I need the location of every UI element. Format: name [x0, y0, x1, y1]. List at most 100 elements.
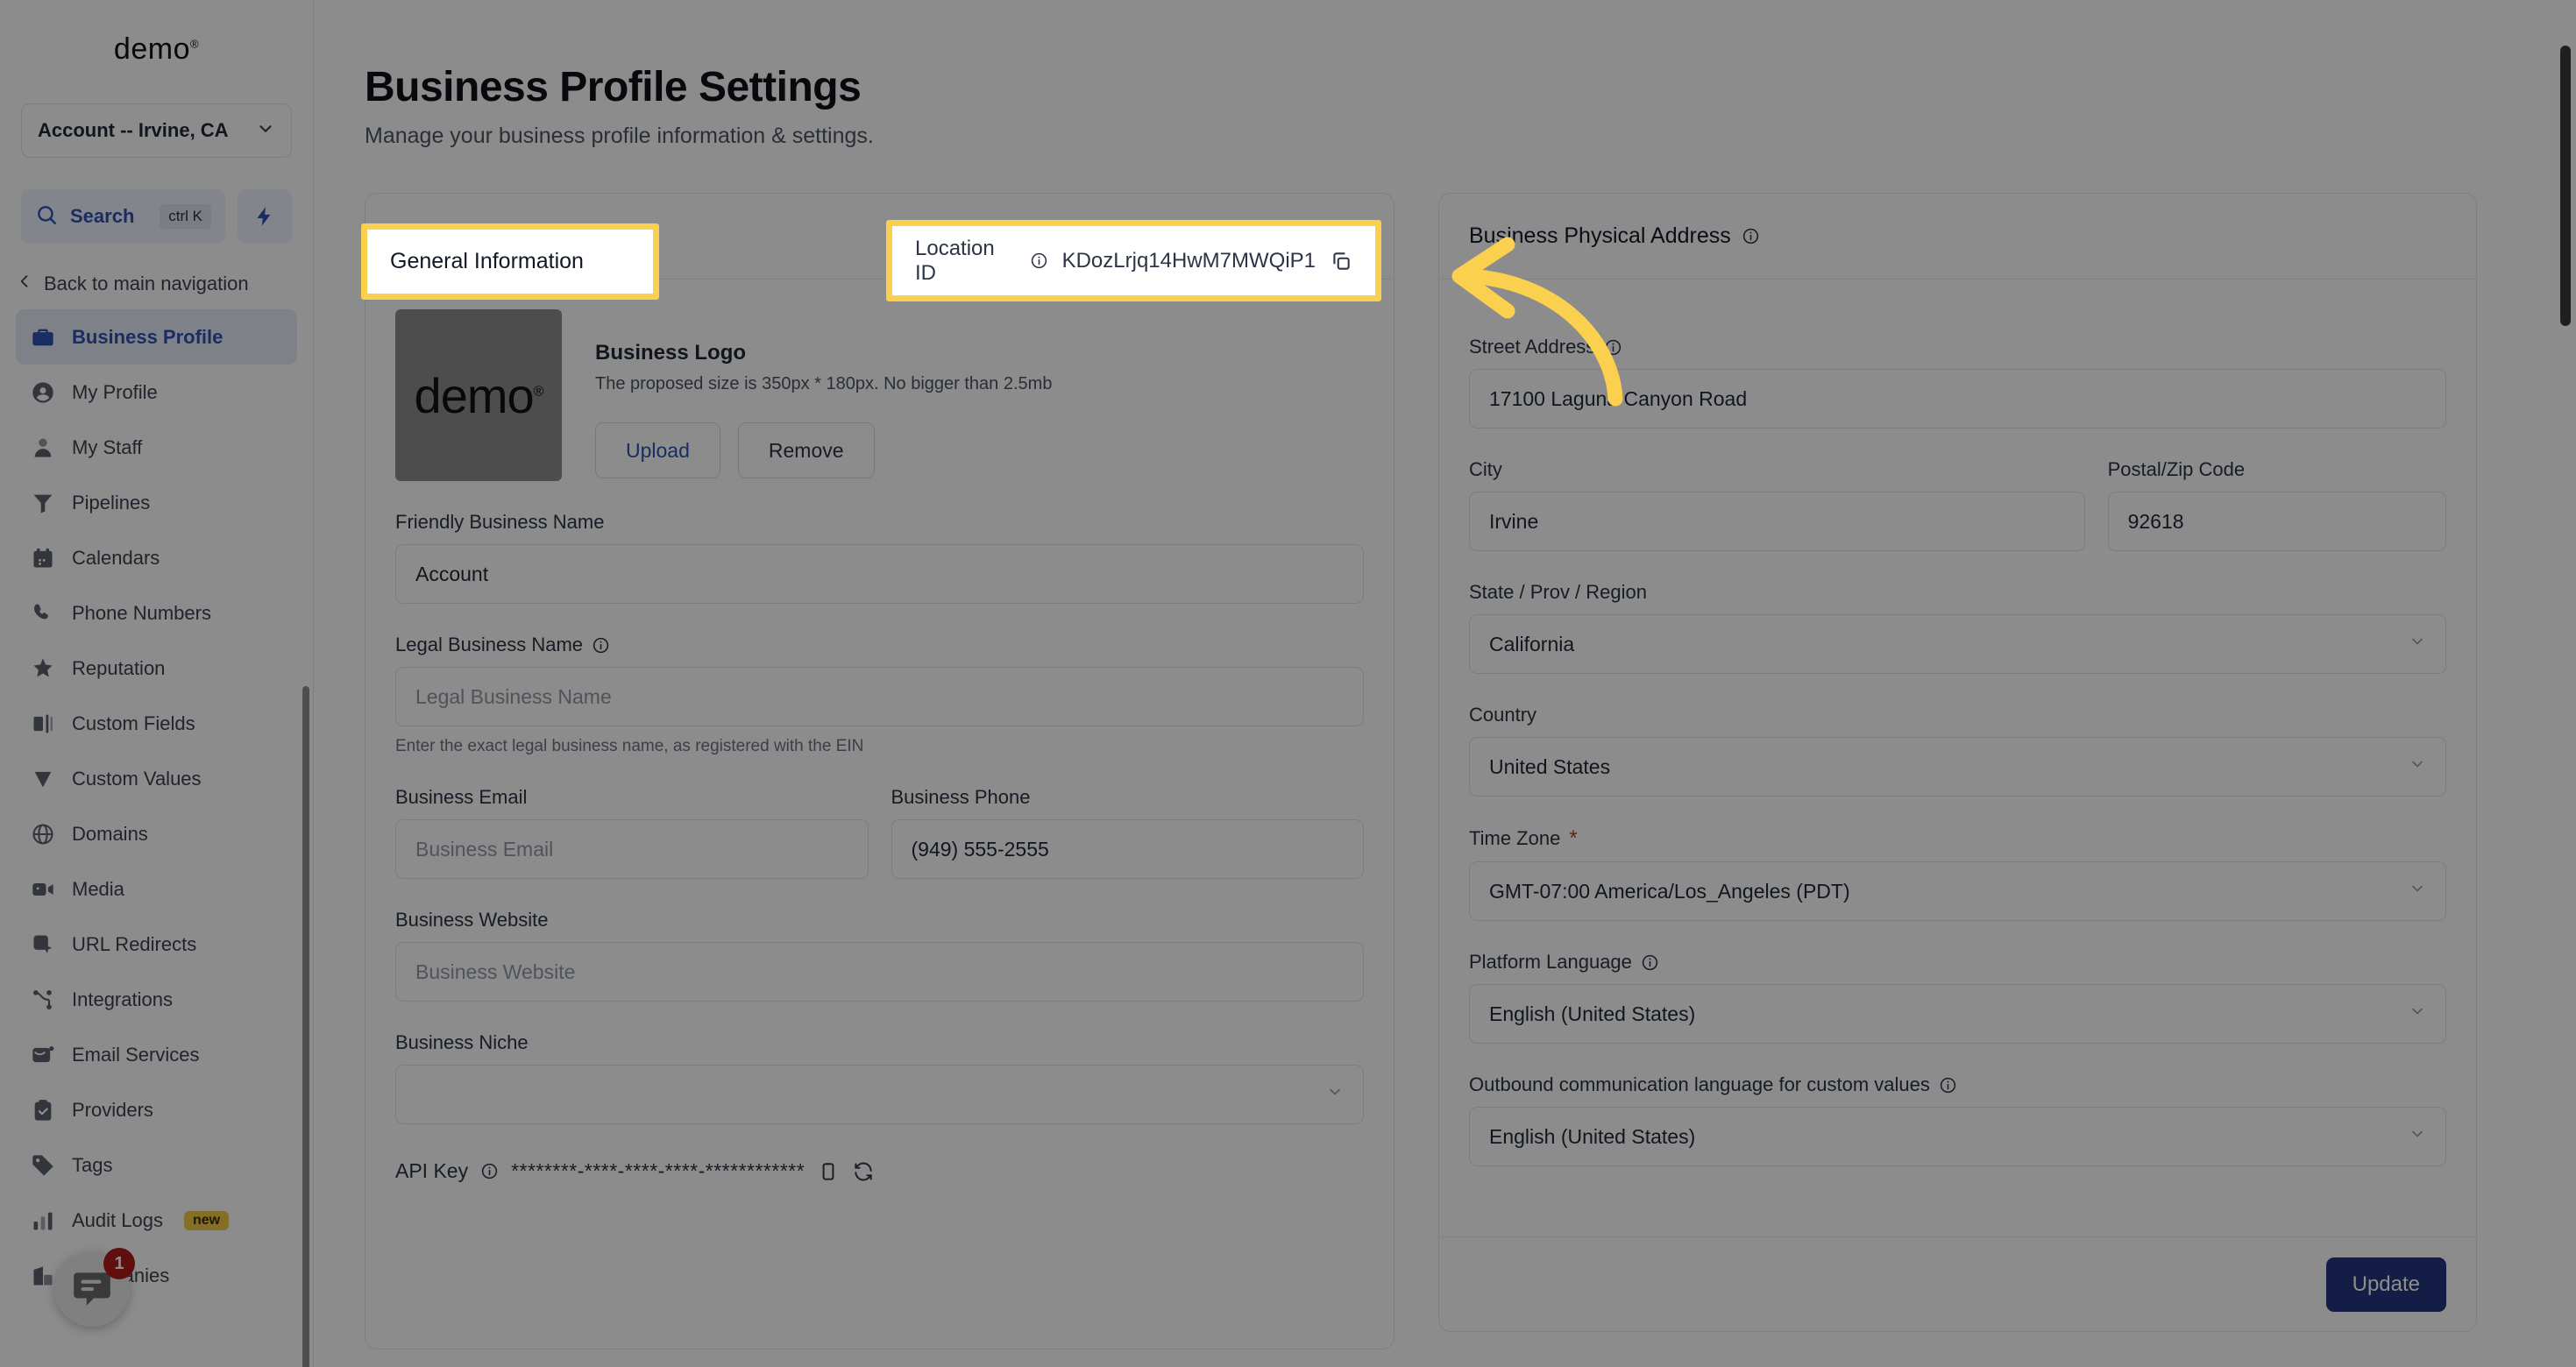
info-icon[interactable]: [480, 1162, 499, 1180]
info-icon[interactable]: [592, 636, 610, 655]
sidebar-item-label: Providers: [72, 1098, 153, 1121]
friendly-business-name-label-text: Friendly Business Name: [395, 511, 605, 533]
search-row: Search ctrl K: [21, 189, 292, 244]
globe-icon: [30, 821, 56, 847]
share-nodes-icon: [30, 987, 56, 1013]
business-phone-value: (949) 555-2555: [911, 837, 1049, 861]
account-selector[interactable]: Account -- Irvine, CA: [21, 103, 292, 158]
search-input[interactable]: Search ctrl K: [21, 189, 225, 244]
search-shortcut: ctrl K: [160, 204, 211, 229]
sidebar-item-label: Domains: [72, 822, 148, 845]
highlight-location-id-label: Location ID: [915, 236, 995, 285]
curved-arrow-left-icon: [1424, 223, 1661, 407]
outbound-language-select[interactable]: English (United States): [1469, 1107, 2446, 1166]
business-phone-field: Business Phone (949) 555-2555: [891, 786, 1364, 879]
sidebar-item-label: Custom Fields: [72, 712, 195, 734]
legal-business-name-input[interactable]: Legal Business Name: [395, 667, 1364, 726]
sidebar-item-integrations[interactable]: Integrations: [16, 972, 297, 1027]
user-icon: [30, 435, 56, 461]
sidebar-item-phone-numbers[interactable]: Phone Numbers: [16, 585, 297, 641]
sidebar-item-pipelines[interactable]: Pipelines: [16, 475, 297, 530]
sidebar-item-audit-logs[interactable]: Audit Logs new: [16, 1193, 297, 1248]
sidebar-item-label: Pipelines: [72, 491, 151, 514]
sidebar-item-business-profile[interactable]: Business Profile: [16, 309, 297, 365]
sidebar-item-badge: new: [183, 1210, 230, 1230]
sidebar-item-label: Business Profile: [72, 325, 224, 348]
chevron-down-icon: [256, 119, 275, 143]
back-to-main-navigation[interactable]: Back to main navigation: [16, 272, 292, 295]
sidebar-scrollbar[interactable]: [302, 686, 309, 1367]
sidebar-item-label: URL Redirects: [72, 932, 197, 955]
business-phone-input[interactable]: (949) 555-2555: [891, 819, 1364, 879]
state-field: State / Prov / Region California: [1469, 581, 2446, 674]
highlight-general-information-label[interactable]: General Information: [367, 230, 653, 294]
account-selector-value: Account -- Irvine, CA: [38, 119, 229, 141]
sidebar-item-tags[interactable]: Tags: [16, 1137, 297, 1193]
state-label: State / Prov / Region: [1469, 581, 2446, 604]
time-zone-label: Time Zone *: [1469, 826, 2446, 851]
legal-business-name-field: Legal Business Name Legal Business Name …: [395, 634, 1364, 756]
phone-icon: [30, 600, 56, 627]
brand-trademark: ®: [189, 37, 200, 51]
building-icon: [30, 1263, 56, 1289]
sidebar-item-reputation[interactable]: Reputation: [16, 641, 297, 696]
sidebar-item-email-services[interactable]: Email Services: [16, 1027, 297, 1082]
sidebar-item-label: Reputation: [72, 656, 166, 679]
briefcase-icon: [30, 324, 56, 351]
highlight-general-information-text: General Information: [390, 249, 584, 273]
business-logo-meta: Business Logo The proposed size is 350px…: [595, 309, 1052, 481]
sidebar-item-label: Phone Numbers: [72, 601, 211, 624]
lightning-bolt-icon[interactable]: [238, 189, 292, 244]
country-select[interactable]: United States: [1469, 737, 2446, 797]
chevron-down-icon: [2409, 1002, 2426, 1025]
sidebar-item-my-staff[interactable]: My Staff: [16, 420, 297, 475]
info-icon[interactable]: [1030, 251, 1048, 270]
time-zone-select[interactable]: GMT-07:00 America/Los_Angeles (PDT): [1469, 861, 2446, 921]
refresh-icon[interactable]: [852, 1160, 875, 1183]
user-circle-icon: [30, 379, 56, 406]
business-logo-buttons: Upload Remove: [595, 422, 1052, 478]
sidebar-item-label: Integrations: [72, 988, 173, 1010]
chevron-down-icon: [2409, 633, 2426, 655]
outbound-language-field: Outbound communication language for cust…: [1469, 1073, 2446, 1166]
update-button[interactable]: Update: [2325, 1257, 2446, 1312]
cursor-square-icon: [30, 931, 56, 958]
country-label-text: Country: [1469, 704, 1537, 726]
sidebar-item-domains[interactable]: Domains: [16, 806, 297, 861]
city-value: Irvine: [1489, 509, 1539, 533]
friendly-business-name-input[interactable]: Account: [395, 544, 1364, 604]
sidebar-item-label: Audit Logs: [72, 1208, 163, 1231]
copy-icon[interactable]: [817, 1160, 840, 1183]
info-icon[interactable]: [1641, 953, 1659, 972]
sidebar-item-media[interactable]: Media: [16, 861, 297, 917]
city-input[interactable]: Irvine: [1469, 492, 2085, 551]
info-icon[interactable]: [1742, 227, 1760, 245]
country-label: Country: [1469, 704, 2446, 726]
remove-logo-button[interactable]: Remove: [737, 422, 875, 478]
highlight-box-location-id: Location ID KDozLrjq14HwM7MWQiP1: [886, 220, 1381, 301]
page-scrollbar-thumb[interactable]: [2560, 46, 2571, 326]
business-website-input[interactable]: Business Website: [395, 942, 1364, 1002]
city-field: City Irvine: [1469, 458, 2085, 551]
postal-zip-label-text: Postal/Zip Code: [2107, 458, 2246, 480]
postal-zip-input[interactable]: 92618: [2107, 492, 2446, 551]
state-select[interactable]: California: [1469, 614, 2446, 674]
chart-bar-icon: [30, 1208, 56, 1234]
business-email-input[interactable]: Business Email: [395, 819, 869, 879]
sidebar-item-calendars[interactable]: Calendars: [16, 530, 297, 585]
api-key-masked-value: ********-****-****-****-************: [511, 1159, 805, 1182]
sidebar-item-custom-values[interactable]: Custom Values: [16, 751, 297, 806]
sidebar-item-label: Email Services: [72, 1043, 200, 1066]
upload-logo-button[interactable]: Upload: [595, 422, 720, 478]
sidebar-nav-list: Business Profile My Profile My Staff Pipeli…: [0, 309, 313, 1367]
platform-language-select[interactable]: English (United States): [1469, 984, 2446, 1044]
sidebar-item-providers[interactable]: Providers: [16, 1082, 297, 1137]
copy-icon[interactable]: [1330, 250, 1352, 273]
business-niche-select[interactable]: [395, 1065, 1364, 1124]
sidebar-item-my-profile[interactable]: My Profile: [16, 365, 297, 420]
sidebar-item-url-redirects[interactable]: URL Redirects: [16, 917, 297, 972]
time-zone-value: GMT-07:00 America/Los_Angeles (PDT): [1489, 879, 1850, 903]
chat-widget-button[interactable]: 1: [54, 1248, 135, 1327]
sidebar-item-custom-fields[interactable]: Custom Fields: [16, 696, 297, 751]
info-icon[interactable]: [1939, 1076, 1957, 1094]
